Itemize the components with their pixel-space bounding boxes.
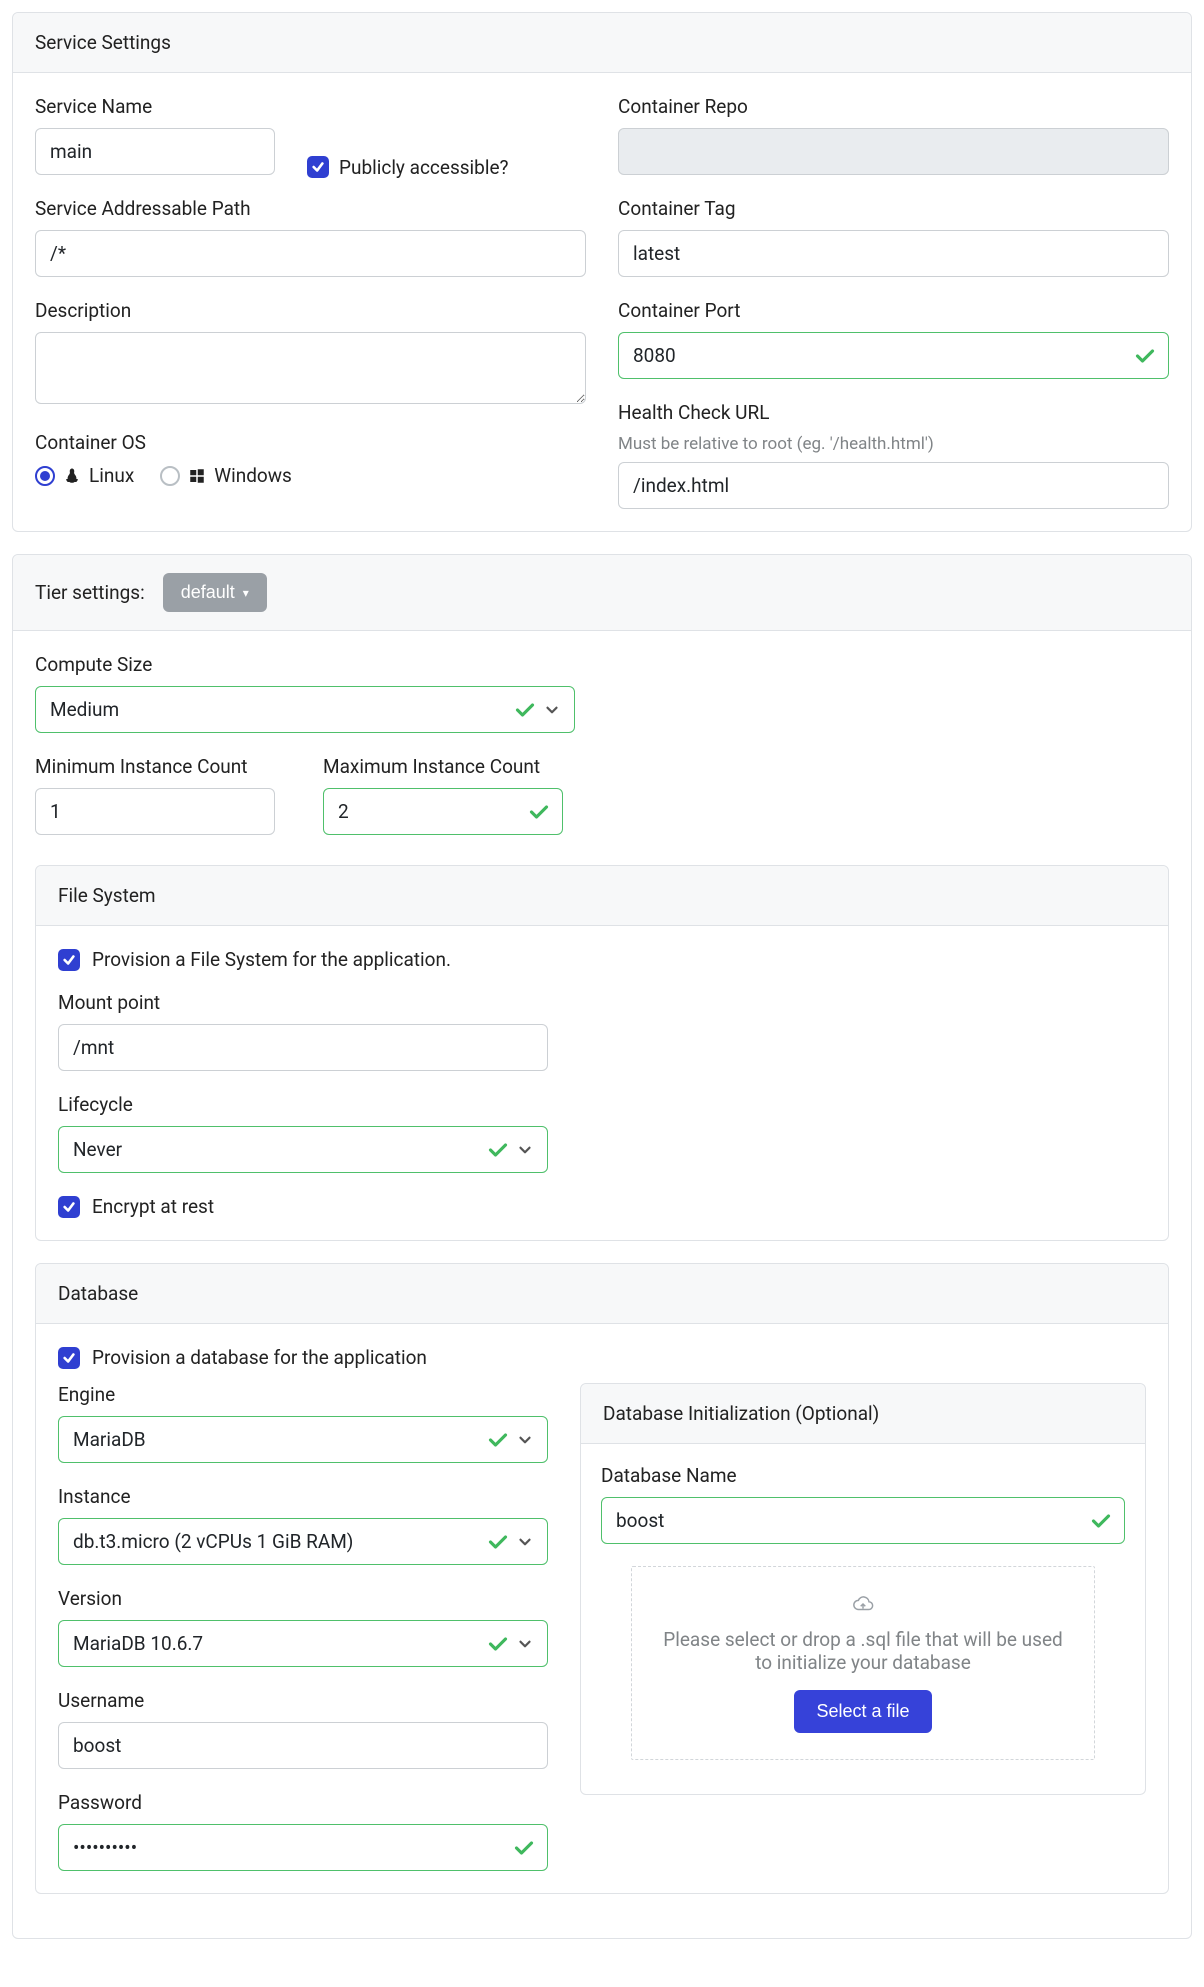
lifecycle-select[interactable]: [58, 1126, 548, 1173]
container-tag-input[interactable]: [618, 230, 1169, 277]
tier-settings-card: Tier settings: default ▾ Compute Size Mi…: [12, 554, 1192, 1939]
file-system-header: File System: [36, 866, 1168, 926]
publicly-accessible-label: Publicly accessible?: [339, 156, 509, 179]
container-port-label: Container Port: [618, 299, 1169, 322]
database-title: Database: [58, 1282, 138, 1305]
service-name-label: Service Name: [35, 95, 275, 118]
tier-settings-label: Tier settings:: [35, 581, 145, 604]
os-linux-label: Linux: [89, 464, 134, 487]
service-path-label: Service Addressable Path: [35, 197, 586, 220]
lifecycle-label: Lifecycle: [58, 1093, 548, 1116]
checkmark-icon: [58, 1196, 80, 1218]
max-instance-input[interactable]: [323, 788, 563, 835]
caret-down-icon: ▾: [243, 586, 249, 600]
min-instance-label: Minimum Instance Count: [35, 755, 275, 778]
engine-label: Engine: [58, 1383, 548, 1406]
linux-icon: [63, 467, 81, 485]
os-windows-label: Windows: [214, 464, 292, 487]
file-system-title: File System: [58, 884, 156, 907]
version-select[interactable]: [58, 1620, 548, 1667]
tier-dropdown-button[interactable]: default ▾: [163, 573, 267, 612]
service-settings-header: Service Settings: [13, 13, 1191, 73]
service-settings-title: Service Settings: [35, 31, 171, 54]
db-provision-label: Provision a database for the application: [92, 1346, 427, 1369]
os-windows-radio[interactable]: Windows: [160, 464, 292, 487]
service-path-input[interactable]: [35, 230, 586, 277]
tier-settings-header: Tier settings: default ▾: [13, 555, 1191, 631]
container-repo-label: Container Repo: [618, 95, 1169, 118]
publicly-accessible-checkbox[interactable]: Publicly accessible?: [307, 137, 509, 197]
database-header: Database: [36, 1264, 1168, 1324]
db-name-label: Database Name: [601, 1464, 1125, 1487]
select-file-button[interactable]: Select a file: [794, 1690, 931, 1733]
health-check-input[interactable]: [618, 462, 1169, 509]
username-label: Username: [58, 1689, 548, 1712]
container-os-label: Container OS: [35, 431, 586, 454]
password-input[interactable]: [58, 1824, 548, 1871]
cloud-upload-icon: [852, 1599, 874, 1620]
db-init-header: Database Initialization (Optional): [581, 1384, 1145, 1444]
encrypt-label: Encrypt at rest: [92, 1195, 214, 1218]
username-input[interactable]: [58, 1722, 548, 1769]
health-check-label: Health Check URL: [618, 401, 1169, 424]
file-system-card: File System Provision a File System for …: [35, 865, 1169, 1241]
db-provision-checkbox[interactable]: Provision a database for the application: [58, 1346, 1146, 1369]
min-instance-input[interactable]: [35, 788, 275, 835]
password-label: Password: [58, 1791, 548, 1814]
checkmark-icon: [307, 156, 329, 178]
windows-icon: [188, 467, 206, 485]
service-name-input[interactable]: [35, 128, 275, 175]
compute-size-select[interactable]: [35, 686, 575, 733]
database-card: Database Provision a database for the ap…: [35, 1263, 1169, 1894]
version-label: Version: [58, 1587, 548, 1610]
health-check-hint: Must be relative to root (eg. '/health.h…: [618, 434, 1169, 454]
checkmark-icon: [58, 949, 80, 971]
tier-dropdown-label: default: [181, 582, 235, 603]
engine-select[interactable]: [58, 1416, 548, 1463]
file-drop-hint: Please select or drop a .sql file that w…: [662, 1628, 1064, 1674]
max-instance-label: Maximum Instance Count: [323, 755, 563, 778]
container-repo-input: [618, 128, 1169, 175]
description-textarea[interactable]: [35, 332, 586, 404]
db-init-title: Database Initialization (Optional): [603, 1402, 879, 1425]
db-name-input[interactable]: [601, 1497, 1125, 1544]
instance-label: Instance: [58, 1485, 548, 1508]
os-linux-radio[interactable]: Linux: [35, 464, 134, 487]
instance-select[interactable]: [58, 1518, 548, 1565]
compute-size-label: Compute Size: [35, 653, 575, 676]
mount-point-input[interactable]: [58, 1024, 548, 1071]
service-settings-card: Service Settings Service Name: [12, 12, 1192, 532]
db-init-card: Database Initialization (Optional) Datab…: [580, 1383, 1146, 1795]
container-port-input[interactable]: [618, 332, 1169, 379]
fs-provision-checkbox[interactable]: Provision a File System for the applicat…: [58, 948, 1146, 971]
encrypt-checkbox[interactable]: Encrypt at rest: [58, 1195, 1146, 1218]
mount-point-label: Mount point: [58, 991, 548, 1014]
description-label: Description: [35, 299, 586, 322]
container-tag-label: Container Tag: [618, 197, 1169, 220]
file-drop-zone[interactable]: Please select or drop a .sql file that w…: [631, 1566, 1095, 1760]
checkmark-icon: [58, 1347, 80, 1369]
fs-provision-label: Provision a File System for the applicat…: [92, 948, 451, 971]
